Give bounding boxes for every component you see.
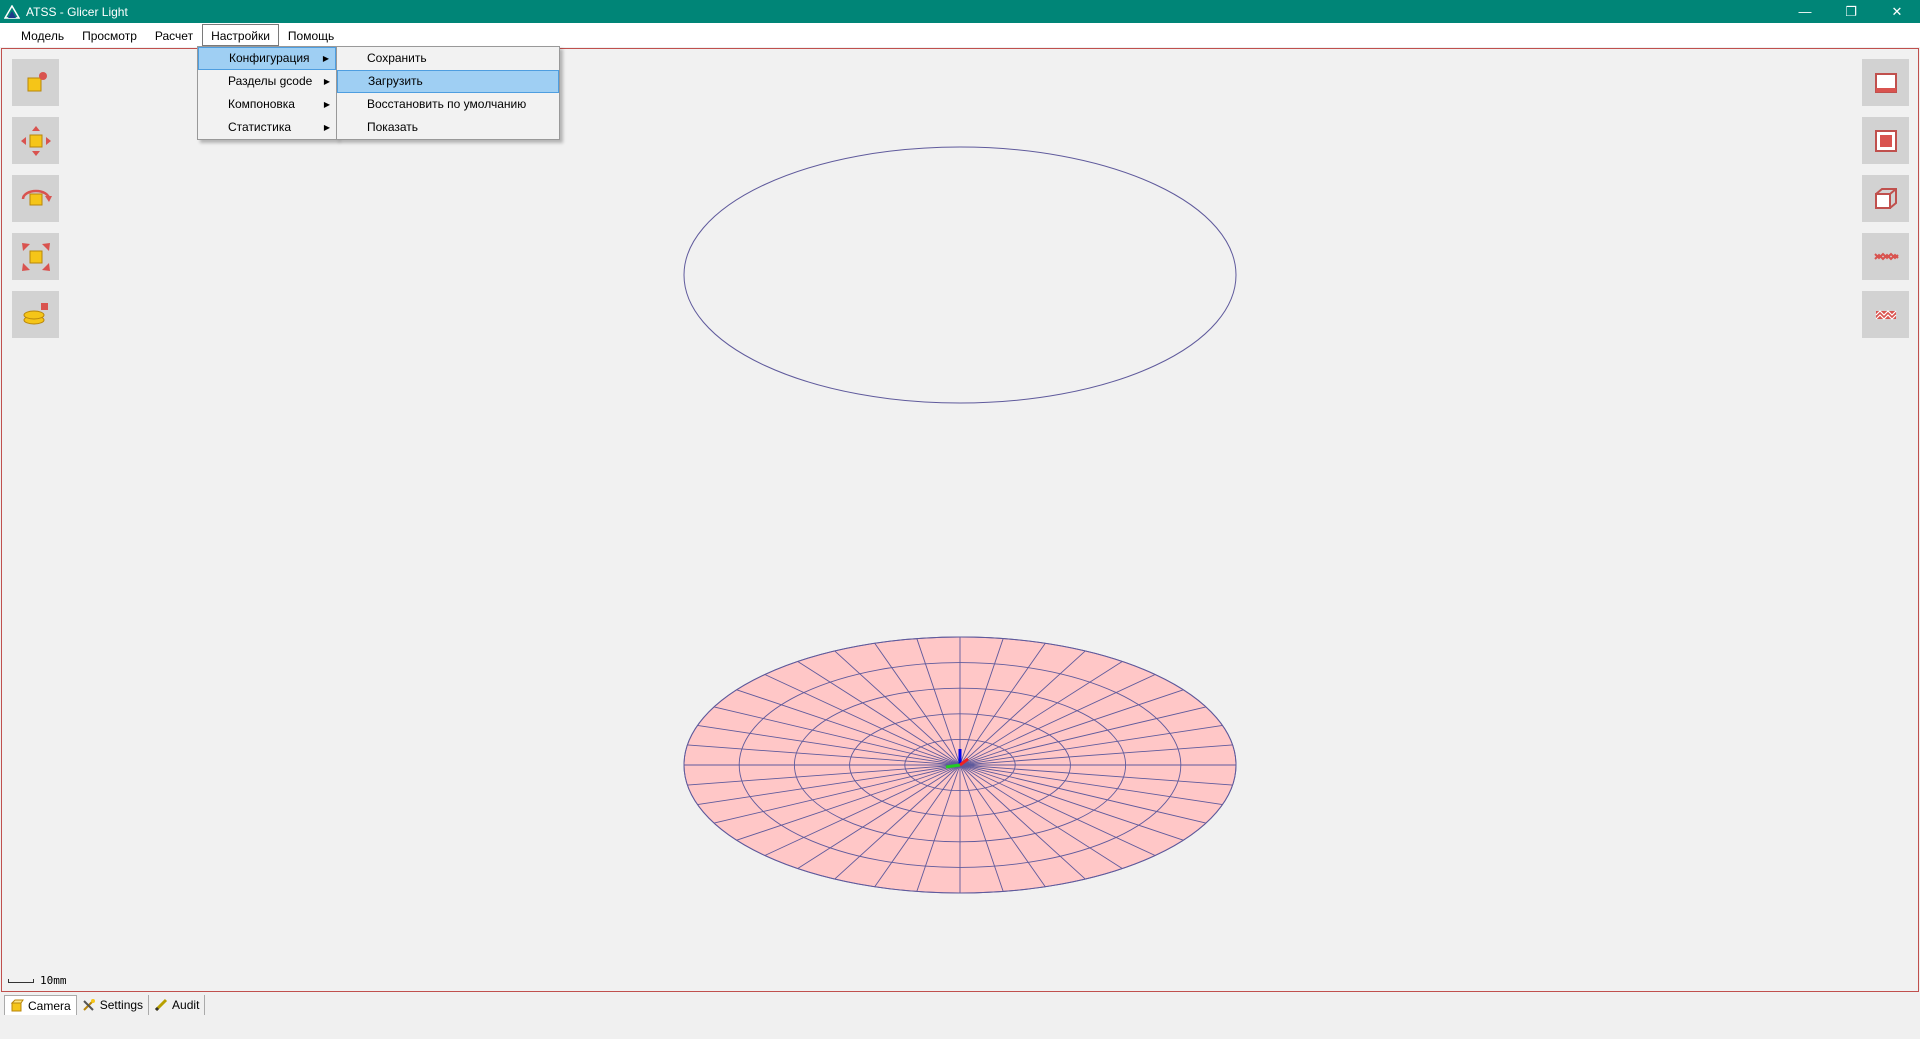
pattern-2-button[interactable] (1862, 291, 1909, 338)
restore-button[interactable]: ❐ (1828, 0, 1874, 23)
window-controls: — ❐ ✕ (1782, 0, 1920, 23)
camera-icon (10, 999, 24, 1011)
top-view-button[interactable] (1862, 117, 1909, 164)
tab-audit[interactable]: Audit (149, 995, 206, 1015)
settings-dropdown: Конфигурация ▶ Разделы gcode ▶ Компоновк… (197, 46, 337, 140)
minimize-button[interactable]: — (1782, 0, 1828, 23)
menu-item-save-label: Сохранить (367, 51, 427, 65)
menu-model[interactable]: Модель (12, 24, 73, 46)
menu-item-statistics-label: Статистика (228, 120, 292, 134)
menu-item-load-label: Загрузить (368, 74, 423, 88)
menu-item-save[interactable]: Сохранить (337, 47, 559, 70)
menu-item-configuration[interactable]: Конфигурация ▶ (198, 47, 336, 70)
build-volume-top-outline (683, 146, 1237, 404)
select-icon (27, 71, 47, 91)
status-bar (0, 1017, 1920, 1039)
layers-icon (23, 302, 48, 324)
scale-indicator: 10mm (8, 974, 67, 987)
menu-view[interactable]: Просмотр (73, 24, 146, 46)
menu-item-layout-label: Компоновка (228, 97, 295, 111)
submenu-arrow-icon: ▶ (323, 123, 330, 132)
pencil-icon (154, 998, 168, 1012)
scale-tool-button[interactable] (12, 233, 59, 280)
menu-item-gcode-sections[interactable]: Разделы gcode ▶ (198, 70, 336, 93)
menu-settings[interactable]: Настройки (202, 24, 279, 46)
menu-calculation[interactable]: Расчет (146, 24, 202, 46)
scene-canvas[interactable] (2, 49, 1920, 993)
title-bar: ATSS - Glicer Light — ❐ ✕ (0, 0, 1920, 23)
bottom-tabs: Camera Settings Audit (0, 994, 1920, 1016)
tab-audit-label: Audit (172, 998, 200, 1012)
app-logo-icon (4, 4, 20, 19)
iso-view-button[interactable] (1862, 175, 1909, 222)
menu-bar: Модель Просмотр Расчет Настройки Помощь (0, 23, 1920, 47)
layers-tool-button[interactable] (12, 291, 59, 338)
iso-view-icon (1874, 187, 1897, 209)
rotate-icon (21, 189, 52, 205)
tab-camera-label: Camera (28, 998, 71, 1013)
scale-bar-line (8, 978, 34, 983)
close-button[interactable]: ✕ (1874, 0, 1920, 23)
menu-item-show[interactable]: Показать (337, 116, 559, 139)
tab-settings-label: Settings (99, 998, 144, 1012)
build-volume-top (683, 146, 1237, 404)
menu-item-configuration-label: Конфигурация (229, 51, 310, 65)
pattern-2-icon (1875, 309, 1896, 320)
select-tool-button[interactable] (12, 59, 59, 106)
y-axis (945, 763, 961, 769)
move-icon (20, 125, 51, 156)
submenu-arrow-icon: ▶ (323, 100, 330, 109)
pattern-1-button[interactable] (1862, 233, 1909, 280)
menu-item-show-label: Показать (367, 120, 419, 134)
tools-icon (82, 999, 95, 1011)
tab-settings[interactable]: Settings (77, 995, 150, 1015)
submenu-arrow-icon: ▶ (322, 54, 329, 63)
rotate-tool-button[interactable] (12, 175, 59, 222)
configuration-submenu: Сохранить Загрузить Восстановить по умол… (336, 46, 560, 140)
scale-bar-label: 10mm (40, 974, 67, 987)
3d-viewport[interactable]: 10mm (1, 48, 1919, 992)
tab-camera[interactable]: Camera (4, 995, 77, 1015)
scale-icon (21, 242, 50, 271)
menu-item-restore-defaults-label: Восстановить по умолчанию (367, 97, 527, 111)
menu-item-statistics[interactable]: Статистика ▶ (198, 116, 336, 139)
front-view-button[interactable] (1862, 59, 1909, 106)
menu-item-gcode-sections-label: Разделы gcode (228, 74, 313, 88)
menu-help[interactable]: Помощь (279, 24, 343, 46)
menu-item-layout[interactable]: Компоновка ▶ (198, 93, 336, 116)
move-tool-button[interactable] (12, 117, 59, 164)
menu-item-load[interactable]: Загрузить (337, 70, 559, 93)
pattern-1-icon (1873, 252, 1899, 260)
top-view-icon (1874, 129, 1897, 152)
front-view-icon (1874, 72, 1897, 93)
menu-item-restore-defaults[interactable]: Восстановить по умолчанию (337, 93, 559, 116)
submenu-arrow-icon: ▶ (323, 77, 330, 86)
window-title: ATSS - Glicer Light (26, 4, 128, 19)
